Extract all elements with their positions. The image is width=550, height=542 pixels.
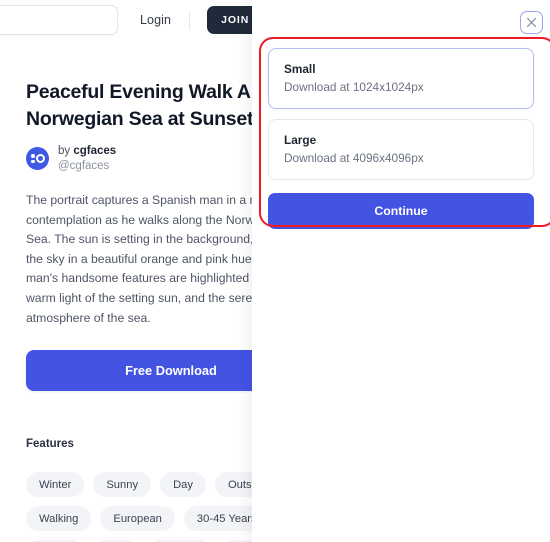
tag-chip[interactable]: Outside: [214, 472, 252, 498]
tag-chip[interactable]: Winter: [26, 472, 85, 498]
tag-list: Winter Sunny Day Outside Walking European 30-4…: [26, 472, 252, 542]
download-option-small-subtitle: Download at 1024x1024px: [284, 80, 424, 94]
author-row[interactable]: by cgfaces @cgfaces: [26, 144, 252, 173]
tag-chip[interactable]: European: [100, 506, 175, 532]
download-option-small-title: Small: [284, 62, 316, 76]
author-text: by cgfaces @cgfaces: [58, 144, 116, 173]
author-username: cgfaces: [73, 145, 117, 157]
author-prefix: by: [58, 145, 74, 157]
download-size-modal: Small Download at 1024x1024px Large Down…: [252, 0, 550, 542]
download-option-list: Small Download at 1024x1024px Large Down…: [268, 48, 534, 229]
download-option-large[interactable]: Large Download at 4096x4096px: [268, 119, 534, 180]
author-handle: @cgfaces: [58, 160, 110, 172]
free-download-button[interactable]: Free Download: [26, 350, 252, 392]
avatar-ring: [36, 154, 46, 163]
asset-detail-column: Peaceful Evening Walk Along Norwegian Se…: [0, 40, 252, 542]
asset-description: The portrait captures a Spanish man in a…: [26, 193, 252, 325]
login-link[interactable]: Login: [140, 13, 171, 27]
avatar: [26, 147, 49, 170]
header-divider: [189, 10, 191, 30]
download-option-small[interactable]: Small Download at 1024x1024px: [268, 48, 534, 109]
page-title: Peaceful Evening Walk Along Norwegian Se…: [26, 81, 252, 130]
close-icon[interactable]: [520, 11, 543, 34]
features-label: Features: [26, 438, 74, 451]
tag-chip[interactable]: Walking: [26, 506, 92, 532]
search-input[interactable]: [0, 5, 118, 35]
avatar-dot-bottom: [31, 159, 35, 163]
avatar-dot-top: [31, 154, 35, 158]
tag-chip[interactable]: 30-45 Years Old: [183, 506, 252, 532]
features-section: Features Winter Sunny Day Outside Walking Eur…: [26, 438, 252, 542]
tag-chip[interactable]: Day: [160, 472, 206, 498]
download-option-large-subtitle: Download at 4096x4096px: [284, 151, 424, 165]
tag-chip[interactable]: Sunny: [93, 472, 152, 498]
download-option-large-title: Large: [284, 133, 317, 147]
continue-button[interactable]: Continue: [268, 193, 534, 229]
author-name: by cgfaces: [58, 144, 116, 158]
